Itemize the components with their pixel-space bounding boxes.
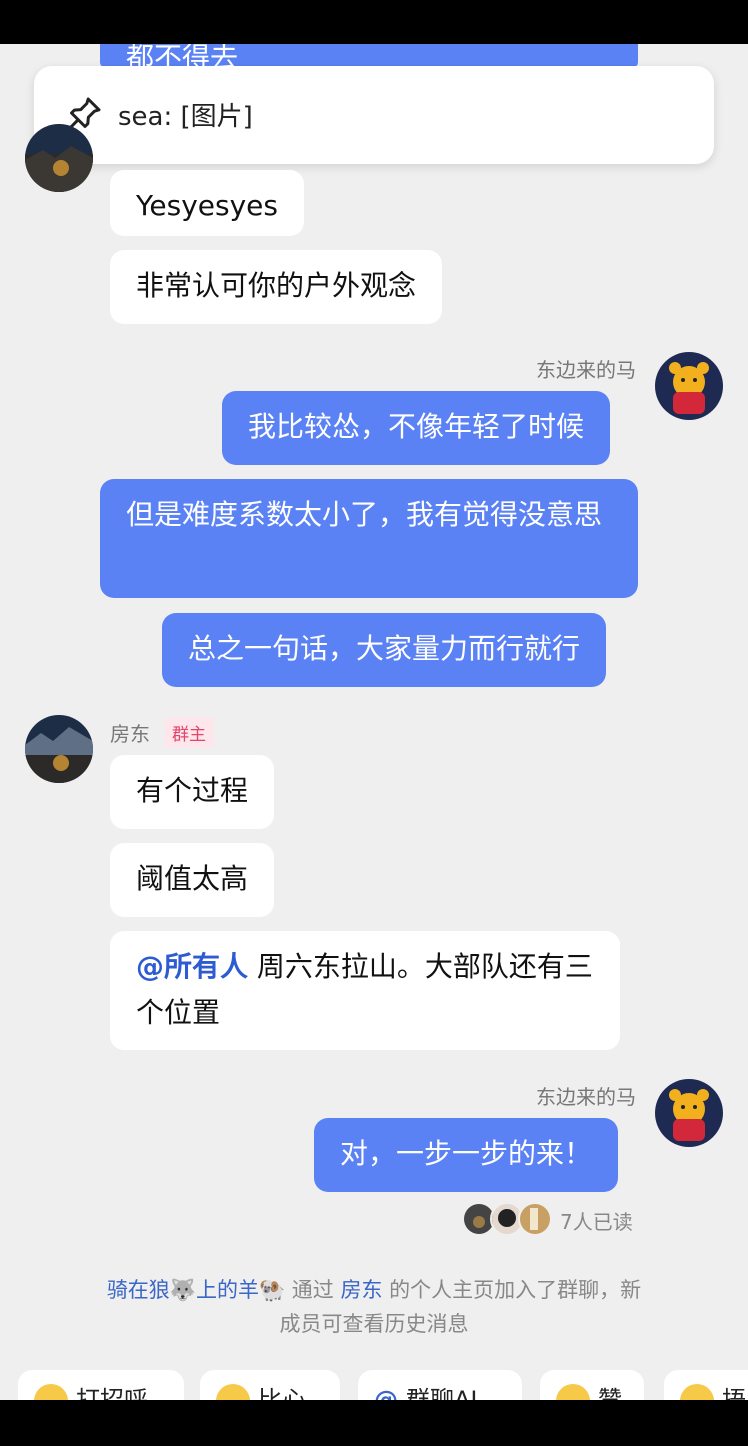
pinned-message-banner[interactable]: sea: [图片] — [34, 66, 714, 164]
sender-name: 东边来的马 — [536, 358, 636, 382]
message-text: 有个过程 — [136, 774, 249, 807]
my-message-bubble[interactable]: 但是难度系数太小了，我有觉得没意思 — [100, 479, 638, 598]
pinned-message-text: sea: [图片] — [118, 102, 253, 132]
message-text: 阈值太高 — [136, 862, 249, 895]
message-bubble[interactable]: 有个过程 — [110, 755, 275, 829]
sender-name: 东边来的马 — [536, 1085, 636, 1109]
navigation-bar — [0, 1400, 748, 1446]
my-message-bubble[interactable]: 我比较怂，不像年轻了时候 — [222, 391, 611, 465]
message-bubble[interactable]: 阈值太高 — [110, 843, 275, 917]
read-count[interactable]: 7人已读 — [560, 1206, 633, 1235]
message-text: 对，一步一步的来！ — [340, 1137, 593, 1170]
message-text: 非常认可你的户外观念 — [136, 269, 417, 302]
avatar-landlord[interactable] — [25, 715, 93, 783]
status-bar — [0, 0, 748, 44]
avatar-me[interactable] — [655, 1079, 723, 1147]
cutoff-message-text: 都不得去 — [126, 44, 239, 68]
my-message-bubble[interactable]: 总之一句话，大家量力而行就行 — [162, 613, 607, 687]
host-link[interactable]: 房东 — [340, 1278, 382, 1302]
announcement-message-bubble[interactable]: @所有人 周六东拉山。大部队还有三个位置 — [110, 931, 620, 1050]
message-bubble[interactable]: 非常认可你的户外观念 — [110, 250, 443, 324]
my-message-bubble[interactable]: 对，一步一步的来！ — [314, 1118, 619, 1192]
message-text: 总之一句话，大家量力而行就行 — [188, 632, 581, 665]
group-owner-badge: 群主 — [164, 717, 214, 748]
message-text: Yesyesyes — [136, 189, 278, 222]
system-join-notice: 骑在狼🐺上的羊🐏 通过 房东 的个人主页加入了群聊，新成员可查看历史消息 — [100, 1273, 648, 1341]
system-text: 的个人主页加入了群聊，新成员可查看历史消息 — [279, 1278, 642, 1336]
message-bubble[interactable]: Yesyesyes — [110, 170, 304, 236]
avatar-landlord[interactable] — [25, 124, 93, 192]
new-member-link[interactable]: 骑在狼🐺上的羊🐏 — [107, 1278, 285, 1302]
reader-avatar — [518, 1202, 552, 1236]
sender-name: 房东 — [110, 722, 150, 746]
system-text: 通过 — [291, 1278, 334, 1302]
mention-all-link[interactable]: @所有人 — [136, 950, 248, 983]
message-text: 我比较怂，不像年轻了时候 — [248, 410, 585, 443]
cutoff-message-bubble[interactable]: 都不得去 — [100, 44, 638, 68]
avatar-me[interactable] — [655, 352, 723, 420]
message-text: 但是难度系数太小了，我有觉得没意思 — [126, 498, 603, 531]
